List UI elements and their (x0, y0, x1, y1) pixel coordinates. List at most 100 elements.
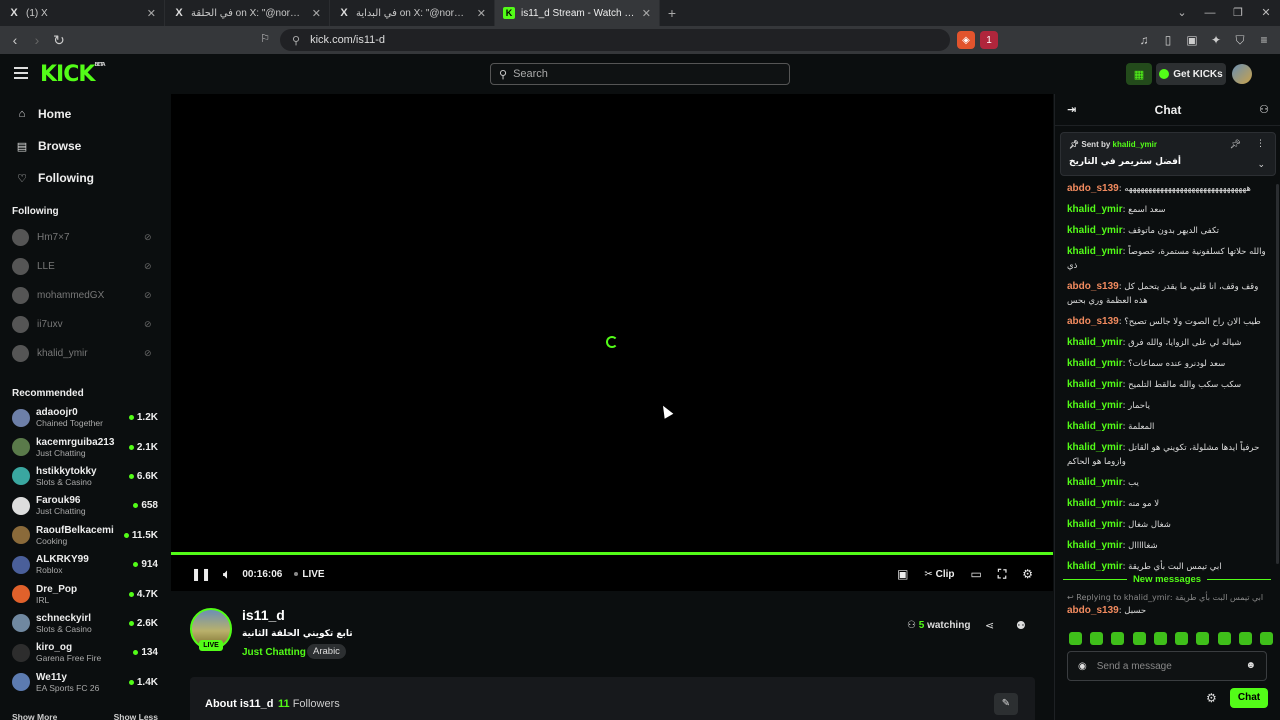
recommended-item[interactable]: hstikkytokky Slots & Casino 6.6K (0, 462, 170, 491)
chat-username[interactable]: khalid_ymir (1067, 477, 1123, 488)
browser-tab-active[interactable]: K is11_d Stream - Watch Live on Kick ✕ (495, 0, 660, 26)
fullscreen-icon[interactable]: ⛶ (998, 567, 1006, 582)
media-icon[interactable]: ♫ (1134, 33, 1154, 47)
settings-gear-icon[interactable]: ⚙ (1022, 567, 1033, 581)
url-field[interactable]: ⚲ kick.com/is11-d (280, 29, 950, 51)
chat-username[interactable]: abdo_s139 (1067, 281, 1119, 292)
brave-shield-icon[interactable]: ◈ (957, 31, 975, 49)
chat-username[interactable]: khalid_ymir (1067, 225, 1123, 236)
recommended-item[interactable]: Dre_Pop IRL 4.7K (0, 579, 170, 608)
new-messages-divider[interactable]: New messages (1063, 573, 1271, 585)
brave-rewards-icon[interactable]: 1 (980, 31, 998, 49)
emote[interactable] (1153, 632, 1167, 645)
miniplayer-icon[interactable]: ▣ (897, 567, 908, 581)
menu-hamburger-icon[interactable] (14, 67, 28, 79)
chat-username[interactable]: abdo_s139 (1067, 183, 1119, 194)
chat-username[interactable]: khalid_ymir (1067, 498, 1123, 509)
browser-tab[interactable]: X في البداية on X: "@normwall خالد (1) ✕ (330, 0, 495, 26)
minimize-icon[interactable]: — (1196, 0, 1224, 26)
site-info-icon[interactable]: ⚲ (292, 34, 300, 47)
clip-button[interactable]: ✂︎ Clip (924, 569, 954, 580)
emote[interactable] (1175, 632, 1189, 645)
pinned-message[interactable]: 📌︎ Sent by khalid_ymir 📌︎ ⋮ أفضل ستريمر … (1060, 132, 1276, 176)
chat-username[interactable]: khalid_ymir (1067, 540, 1123, 551)
vpn-icon[interactable]: ⛉ (1230, 33, 1250, 48)
following-item[interactable]: mohammedGX ⊘ (0, 281, 170, 310)
chat-message[interactable]: abdo_s139: ههههههههههههههههههههههههههههه… (1067, 182, 1272, 196)
chat-badge-icon[interactable]: ◉ (1078, 661, 1087, 672)
get-kicks-button[interactable]: Get KICKs (1156, 63, 1226, 85)
bookmark-icon[interactable]: ⚐ (254, 32, 276, 45)
chat-message-input[interactable] (1096, 660, 1237, 672)
recommended-item[interactable]: RaoufBelkacemi Cooking 11.5K (0, 521, 170, 550)
share-icon[interactable]: ⋖ (985, 619, 994, 632)
chat-username[interactable]: khalid_ymir (1067, 337, 1123, 348)
chat-username[interactable]: khalid_ymir (1067, 358, 1123, 369)
stream-category[interactable]: Just Chatting (242, 647, 306, 658)
close-tab-icon[interactable]: ✕ (477, 7, 486, 20)
emote[interactable] (1259, 632, 1273, 645)
volume-icon[interactable]: 🔈︎ (223, 567, 230, 582)
edit-pencil-icon[interactable]: ✎ (994, 693, 1018, 715)
chat-settings-icon[interactable]: ⚙ (1206, 691, 1217, 705)
wallet-icon[interactable]: ▣ (1182, 33, 1202, 47)
emote[interactable] (1090, 632, 1104, 645)
following-item[interactable]: Hm7×7 ⊘ (0, 223, 170, 252)
send-chat-button[interactable]: Chat (1230, 688, 1268, 708)
chat-message[interactable]: khalid_ymir: المعلمة (1067, 420, 1272, 434)
chat-username[interactable]: abdo_s139 (1067, 316, 1119, 327)
pin-icon[interactable]: 📌︎ (1230, 139, 1241, 150)
chat-message[interactable]: abdo_s139: طيب الان راح الصوت ولا جالس ت… (1067, 315, 1272, 329)
recommended-item[interactable]: adaoojr0 Chained Together 1.2K (0, 403, 170, 432)
chat-username[interactable]: khalid_ymir (1067, 204, 1123, 215)
close-tab-icon[interactable]: ✕ (312, 7, 321, 20)
chat-message[interactable]: khalid_ymir: شياله لي على الزوايا، والله… (1067, 336, 1272, 350)
chat-username[interactable]: khalid_ymir (1067, 561, 1123, 572)
chat-message[interactable]: khalid_ymir: ابي تيمس البت بأي طريقة (1067, 560, 1272, 574)
forward-icon[interactable]: › (26, 32, 48, 48)
recommended-item[interactable]: ALKRKY99 Roblox 914 (0, 550, 170, 579)
chat-message[interactable]: khalid_ymir: شغال شغال (1067, 518, 1272, 532)
recommended-item[interactable]: Farouk96 Just Chatting 658 (0, 491, 170, 520)
chat-message[interactable]: khalid_ymir: سعد اسمع (1067, 203, 1272, 217)
following-item[interactable]: LLE ⊘ (0, 252, 170, 281)
recommended-item[interactable]: kacemrguiba213 Just Chatting 2.1K (0, 432, 170, 461)
chat-message[interactable]: khalid_ymir: تكفى الديهر بدون ماتوقف (1067, 224, 1272, 238)
recommended-item[interactable]: We11y EA Sports FC 26 1.4K (0, 668, 170, 697)
chat-username[interactable]: abdo_s139 (1067, 605, 1119, 616)
show-less-button[interactable]: Show Less (114, 712, 158, 720)
chat-username[interactable]: khalid_ymir (1067, 379, 1123, 390)
emote[interactable] (1111, 632, 1125, 645)
following-item[interactable]: ii7uxv ⊘ (0, 310, 170, 339)
live-indicator[interactable]: LIVE (294, 569, 325, 580)
nav-following[interactable]: ♡ Following (0, 162, 170, 194)
chat-message[interactable]: khalid_ymir: يب (1067, 476, 1272, 490)
close-tab-icon[interactable]: ✕ (147, 7, 156, 20)
following-item[interactable]: khalid_ymir ⊘ (0, 339, 170, 368)
close-tab-icon[interactable]: ✕ (642, 7, 651, 20)
live-progress-bar[interactable] (171, 552, 1053, 555)
chat-users-icon[interactable]: ⚇ (1259, 103, 1269, 116)
reload-icon[interactable]: ↻ (48, 32, 70, 49)
nav-home[interactable]: ⌂ Home (0, 98, 170, 130)
more-options-icon[interactable]: ⋮ (1256, 138, 1265, 149)
chat-message[interactable]: khalid_ymir: والله حلاتها كسلفونية مستمر… (1067, 245, 1272, 273)
chat-username[interactable]: khalid_ymir (1067, 442, 1123, 453)
chat-username[interactable]: khalid_ymir (1067, 400, 1123, 411)
sidebar-toggle-icon[interactable]: ▯ (1158, 33, 1178, 47)
menu-icon[interactable]: ≡ (1254, 33, 1274, 47)
close-window-icon[interactable]: ✕ (1252, 0, 1280, 26)
emoji-icon[interactable]: ☻ (1245, 660, 1256, 671)
emote[interactable] (1217, 632, 1231, 645)
chat-username[interactable]: khalid_ymir (1067, 246, 1123, 257)
user-avatar[interactable] (1232, 64, 1252, 84)
tab-list-icon[interactable]: ⌄ (1168, 0, 1196, 26)
chat-message[interactable]: khalid_ymir: حرفياً ايدها مشلولة، تكويني… (1067, 441, 1272, 469)
channel-name[interactable]: is11_d (242, 607, 285, 623)
language-tag[interactable]: Arabic (307, 644, 346, 659)
chat-message[interactable]: khalid_ymir: ياحمار (1067, 399, 1272, 413)
new-tab-button[interactable]: + (660, 5, 684, 21)
gift-icon[interactable]: ▦ (1126, 63, 1152, 85)
pause-icon[interactable]: ❚❚ (191, 567, 211, 581)
chat-input-box[interactable]: ◉ ☻ (1067, 651, 1267, 681)
